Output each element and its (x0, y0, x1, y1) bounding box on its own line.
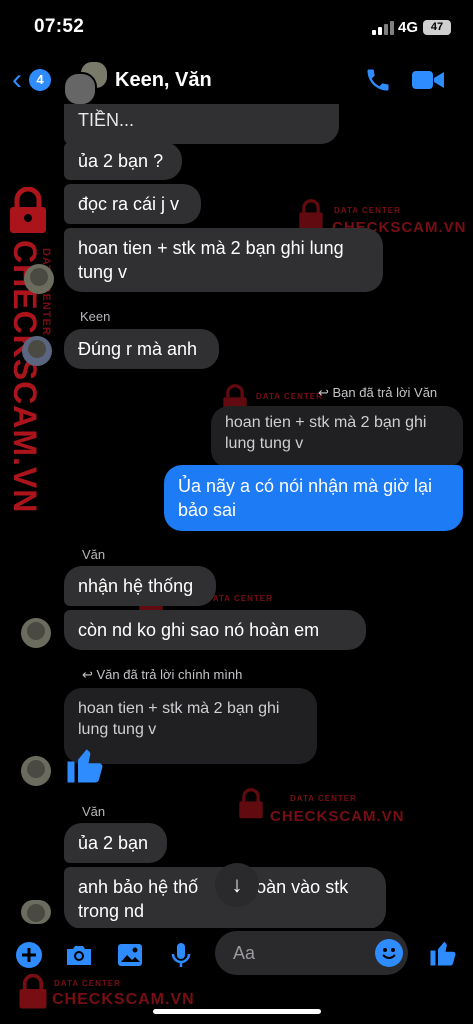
message-bubble[interactable]: ủa 2 bạn (64, 823, 167, 863)
sender-name: Văn (82, 547, 106, 562)
message-text: hoan tien + stk mà 2 bạn ghi lung (78, 238, 344, 258)
watermark-lock-icon (238, 788, 264, 820)
video-call-icon[interactable] (411, 68, 445, 92)
camera-icon[interactable] (64, 940, 94, 970)
sender-avatar[interactable] (21, 900, 51, 924)
quoted-text: lung tung v (225, 435, 304, 452)
watermark-text: DATA CENTER (334, 206, 401, 215)
gallery-icon[interactable] (115, 940, 145, 970)
sender-avatar[interactable] (21, 618, 51, 648)
watermark-text: DATA CENTER (54, 979, 121, 988)
message-text: TIỀN... (78, 110, 135, 130)
like-icon[interactable] (428, 938, 458, 968)
network-type: 4G (398, 19, 419, 36)
message-text: Đúng r mà anh (78, 339, 198, 359)
message-text: bảo sai (178, 500, 237, 520)
message-bubble[interactable]: còn nd ko ghi sao nó hoàn em (64, 610, 366, 650)
sender-avatar[interactable] (22, 336, 52, 366)
message-text: ủa 2 bạn (78, 833, 149, 853)
conversation-title[interactable]: Keen, Văn (115, 69, 212, 92)
watermark-text: DATA CENTER (256, 392, 323, 401)
status-time: 07:52 (34, 16, 85, 37)
battery-icon: 47 (423, 20, 451, 35)
sender-name: Keen (80, 309, 111, 324)
emoji-icon[interactable] (375, 939, 403, 967)
message-text: anh bảo hệ thố (78, 877, 199, 897)
like-reaction-icon[interactable] (64, 744, 106, 786)
message-bubble[interactable]: TIỀN... (64, 104, 339, 144)
message-bubble[interactable]: đọc ra cái j v (64, 184, 201, 224)
reply-indicator: ↩ Bạn đã trả lời Văn (318, 385, 438, 400)
watermark-lock-icon (8, 186, 48, 235)
quoted-text: lung tung v (78, 721, 157, 738)
sender-avatar[interactable] (21, 756, 51, 786)
quoted-text: hoan tien + stk mà 2 bạn ghi (78, 700, 280, 717)
plus-icon[interactable] (14, 940, 44, 970)
reply-label: Văn đã trả lời chính mình (96, 667, 243, 682)
message-text: tung v (78, 262, 128, 282)
home-indicator[interactable] (153, 1009, 321, 1014)
message-text: còn nd ko ghi sao nó hoàn em (78, 620, 320, 640)
group-avatar-secondary[interactable] (63, 72, 97, 106)
signal-icon (372, 21, 394, 35)
watermark-text: DATA CENTER (206, 594, 273, 603)
message-bubble[interactable]: hoan tien + stk mà 2 bạn ghi lung tung v (64, 228, 383, 292)
sender-avatar[interactable] (24, 264, 54, 294)
message-bubble[interactable]: ủa 2 bạn ? (64, 142, 182, 180)
back-icon[interactable]: ‹ (12, 65, 22, 95)
watermark-lock-icon (298, 199, 324, 231)
message-text: nhận hệ thống (78, 576, 194, 596)
quoted-text: hoan tien + stk mà 2 bạn ghi (225, 414, 427, 431)
watermark-text: CHECKSCAM.VN (270, 808, 405, 825)
my-message-bubble[interactable]: Ủa nãy a có nói nhận mà giờ lại bảo sai (164, 465, 463, 531)
message-bubble[interactable]: nhận hệ thống (64, 566, 216, 606)
sender-name: Văn (82, 804, 106, 819)
message-text: ủa 2 bạn ? (78, 151, 164, 171)
watermark-text: CHECKSCAM.VN (52, 991, 195, 1008)
reply-indicator: ↩ Văn đã trả lời chính mình (82, 667, 243, 682)
message-text: Ủa nãy a có nói nhận mà giờ lại (178, 476, 432, 496)
phone-call-icon[interactable] (364, 66, 392, 94)
microphone-icon[interactable] (166, 940, 196, 970)
unread-badge[interactable]: 4 (29, 69, 51, 91)
scroll-down-icon[interactable]: ↓ (215, 863, 259, 907)
message-text: đọc ra cái j v (78, 194, 180, 214)
watermark-text: DATA CENTER (290, 794, 357, 803)
watermark-lock-icon (18, 973, 48, 1010)
message-text: hoàn vào stk (246, 877, 349, 897)
reply-label: Bạn đã trả lời Văn (332, 385, 438, 400)
quoted-message[interactable]: hoan tien + stk mà 2 bạn ghi lung tung v (211, 406, 463, 468)
message-bubble[interactable]: Đúng r mà anh (64, 329, 219, 369)
